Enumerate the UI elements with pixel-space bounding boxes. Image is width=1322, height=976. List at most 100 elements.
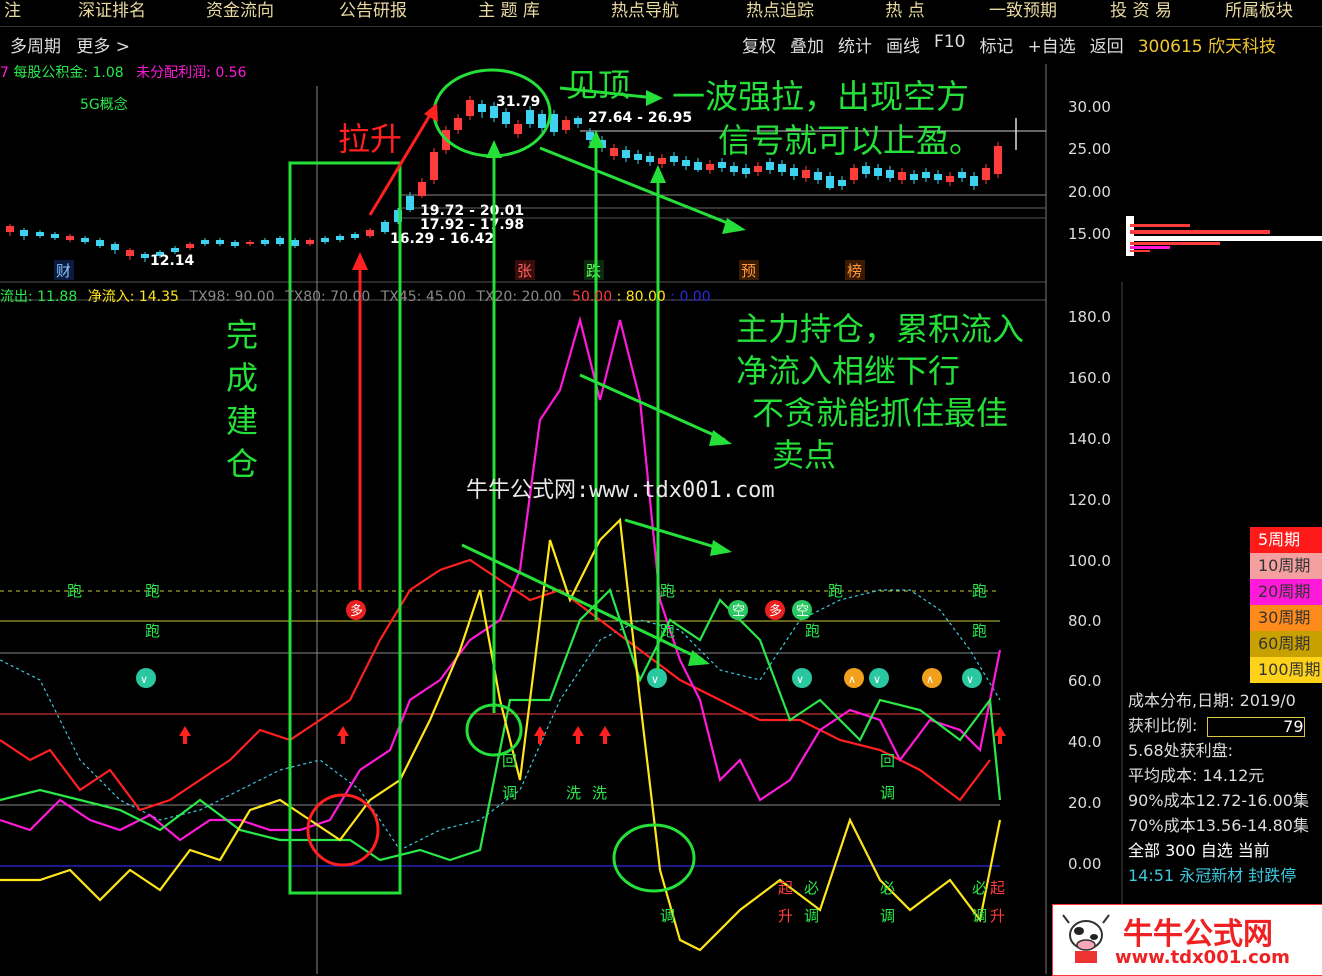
ind-tick-40: 40.0 [1068, 733, 1101, 751]
cost-line8[interactable]: 14:51 永冠新材 封跌停 [1128, 863, 1322, 888]
diao-6: 调 [660, 907, 675, 925]
candle-body [366, 230, 374, 236]
candle-body [66, 236, 74, 240]
candle-body [958, 172, 966, 178]
candle-body [814, 172, 822, 180]
cow-logo-icon [1062, 914, 1110, 963]
ann-note5: 不贪就能抓住最佳 [752, 394, 1009, 432]
xi-2: 洗 [592, 784, 607, 802]
ind-g: 50.00 [572, 289, 613, 305]
candle-body [754, 166, 762, 172]
cost-line3: 5.68处获利盘: [1128, 741, 1234, 760]
candle-body [682, 160, 690, 166]
tag-zhang: 张 [517, 262, 532, 280]
candle-body [526, 110, 534, 124]
candle-body [742, 168, 750, 174]
candle-body [20, 230, 28, 236]
ind-tick-120: 120.0 [1068, 491, 1111, 509]
ind-tick-140: 140.0 [1068, 430, 1111, 448]
ind-tick-20: 20.0 [1068, 794, 1101, 812]
pao-2: 跑 [145, 582, 160, 600]
candle-body [826, 176, 834, 188]
candle-body [466, 100, 474, 116]
legend-5[interactable]: 5周期 [1250, 527, 1322, 553]
red-annotation-shapes [306, 114, 432, 867]
sheng-1: 升 [778, 907, 793, 925]
pao-5: 跑 [972, 582, 987, 600]
legend-100[interactable]: 100周期 [1250, 657, 1322, 683]
candle-body [730, 166, 738, 172]
candle-body [126, 250, 134, 256]
cost-line7[interactable]: 全部 300 自选 当前 [1128, 838, 1322, 863]
legend-20[interactable]: 20周期 [1250, 579, 1322, 605]
candle-body [231, 242, 239, 246]
ind-tick-60: 60.0 [1068, 672, 1101, 690]
indicator-axis: 180.0 160.0 140.0 120.0 100.0 80.0 60.0 … [1068, 308, 1111, 873]
pao-9: 跑 [805, 622, 820, 640]
candle-body [982, 168, 990, 180]
candle-body [910, 174, 918, 180]
candle-body [718, 162, 726, 168]
candle-body [922, 172, 930, 178]
candle-body [898, 172, 906, 180]
badge-kong-2: 空 [796, 604, 809, 619]
candle-body [886, 170, 894, 178]
candle-body [994, 146, 1002, 174]
price-axis: 30.00 25.00 20.00 15.00 [1068, 98, 1111, 243]
diao-3: 调 [804, 907, 819, 925]
candle-body [430, 152, 438, 180]
tag-yu: 预 [741, 262, 756, 280]
candle-body [778, 164, 786, 172]
candle-body [51, 234, 59, 238]
price-tick-20: 20.00 [1068, 183, 1111, 201]
ind-h: : 80.00 [616, 289, 666, 305]
qi-1: 起 [778, 879, 793, 897]
svg-text:∨: ∨ [796, 673, 804, 686]
chip-distribution [1126, 216, 1322, 256]
candle-body [790, 168, 798, 176]
candle-body [96, 240, 104, 246]
range4-label: 16.29 - 16.42 [390, 231, 494, 247]
ind-tick-100: 100.0 [1068, 552, 1111, 570]
candle-body [946, 176, 954, 182]
ind-tx80: TX80: 70.00 [285, 289, 371, 305]
svg-text:∨: ∨ [651, 673, 659, 686]
ind-tick-0: 0.00 [1068, 855, 1101, 873]
ann-note2: 信号就可以止盈。 [718, 121, 982, 160]
badge-kong-1: 空 [732, 604, 745, 619]
candle-body [934, 174, 942, 180]
candle-body [111, 244, 119, 250]
candle-body [502, 112, 510, 124]
candle-body [610, 148, 618, 156]
candle-body [81, 238, 89, 242]
tag-cai: 财 [56, 262, 71, 280]
legend-30[interactable]: 30周期 [1250, 605, 1322, 631]
ind-tick-160: 160.0 [1068, 369, 1111, 387]
cost-line6: 70%成本13.56-14.80集 [1128, 816, 1309, 835]
annotation-arrowheads [486, 90, 746, 666]
diao-1: 调 [502, 784, 517, 802]
ind-tick-180: 180.0 [1068, 308, 1111, 326]
high-label: 31.79 [496, 94, 540, 110]
cost-title: 成本分布,日期: 2019/0 [1128, 691, 1296, 710]
signal-texts: 跑 跑 跑 跑 跑 跑 跑 跑 跑 回 调 洗 洗 回 调 起 升 必 调 必 … [67, 582, 1005, 925]
bi-2: 必 [880, 879, 895, 897]
candle-body [658, 158, 666, 164]
hui-2: 回 [880, 752, 895, 770]
price-tick-25: 25.00 [1068, 140, 1111, 158]
svg-text:∧: ∧ [926, 673, 934, 686]
candle-body [862, 166, 870, 174]
candle-body [276, 238, 284, 244]
legend-10[interactable]: 10周期 [1250, 553, 1322, 579]
svg-text:∨: ∨ [873, 673, 881, 686]
candle-body [406, 196, 414, 210]
candle-body [216, 240, 224, 244]
legend-60[interactable]: 60周期 [1250, 631, 1322, 657]
candle-body [802, 170, 810, 178]
profit-ratio-box: 79 [1206, 716, 1305, 737]
indicator-title: 流出: 11.88 净流入: 14.35 TX98: 90.00 TX80: 7… [0, 286, 711, 306]
candle-body [838, 180, 846, 186]
candle-body [646, 156, 654, 162]
profit-ratio-value: 79 [1283, 716, 1304, 736]
profit-ratio-row: 获利比例: 79 [1128, 713, 1322, 738]
